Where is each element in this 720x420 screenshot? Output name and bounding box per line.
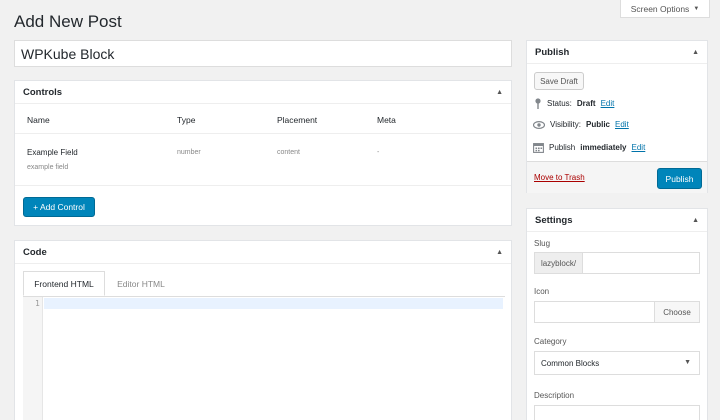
schedule-row: Publish immediately Edit: [533, 142, 645, 153]
code-tabs: Frontend HTML Editor HTML: [15, 264, 511, 296]
controls-title: Controls: [23, 86, 63, 98]
slug-input[interactable]: [583, 253, 699, 273]
tab-frontend-html-label: Frontend HTML: [34, 278, 94, 289]
tab-frontend-html[interactable]: Frontend HTML: [23, 271, 105, 296]
category-value: Common Blocks: [541, 359, 600, 368]
icon-input[interactable]: [535, 302, 654, 322]
slug-field: lazyblock/: [534, 252, 700, 274]
category-select[interactable]: Common Blocks ▼: [534, 351, 700, 375]
pin-icon: [535, 98, 541, 109]
status-row: Status: Draft Edit: [534, 98, 614, 109]
screen-options-label: Screen Options: [630, 3, 690, 14]
column-header-placement: Placement: [277, 115, 318, 125]
code-header[interactable]: Code ▲: [15, 241, 511, 264]
move-to-trash-link[interactable]: Move to Trash: [534, 173, 585, 182]
control-meta: -: [377, 149, 380, 156]
control-name: Example Field: [27, 148, 78, 157]
active-line: [44, 298, 503, 309]
category-label: Category: [534, 337, 567, 346]
publish-label: Publish: [549, 143, 576, 152]
caret-down-icon: ▼: [693, 5, 700, 12]
visibility-row: Visibility: Public Edit: [533, 120, 629, 129]
status-edit-link[interactable]: Edit: [601, 99, 615, 108]
code-title: Code: [23, 246, 47, 258]
choose-icon-button[interactable]: Choose: [654, 302, 699, 322]
publish-value: immediately: [580, 143, 627, 152]
control-placement: content: [277, 149, 300, 156]
table-row[interactable]: Example Field example field number conte…: [15, 134, 511, 186]
icon-label: Icon: [534, 287, 550, 296]
eye-icon: [533, 120, 545, 129]
settings-panel: Settings ▲ Slug lazyblock/ Icon Choose C…: [526, 208, 708, 420]
publish-panel: Publish ▲ Save Draft Status: Draft Edit …: [526, 40, 708, 193]
tab-editor-html[interactable]: Editor HTML: [107, 271, 175, 296]
code-editor[interactable]: 1: [23, 296, 505, 420]
column-header-meta: Meta: [377, 115, 396, 125]
slug-prefix: lazyblock/: [535, 253, 583, 273]
controls-table-header: Name Type Placement Meta: [15, 104, 511, 134]
calendar-icon: [533, 143, 544, 153]
description-label: Description: [534, 391, 575, 400]
icon-field: Choose: [534, 301, 700, 323]
publish-edit-link[interactable]: Edit: [632, 143, 646, 152]
screen-options-button[interactable]: Screen Options ▼: [620, 0, 710, 18]
controls-panel: Controls ▲ Name Type Placement Meta Exam…: [14, 80, 512, 226]
add-control-button[interactable]: + Add Control: [23, 197, 95, 217]
post-title-input[interactable]: [14, 40, 512, 67]
tab-editor-html-label: Editor HTML: [117, 278, 165, 289]
publish-title: Publish: [535, 46, 570, 58]
control-type: number: [177, 149, 201, 156]
code-panel: Code ▲ Frontend HTML Editor HTML 1: [14, 240, 512, 420]
editor-gutter: [23, 297, 43, 420]
status-label: Status:: [547, 99, 572, 108]
line-number: 1: [35, 299, 40, 308]
control-slug: example field: [27, 164, 69, 171]
column-header-type: Type: [177, 115, 196, 125]
collapse-caret-icon[interactable]: ▲: [692, 49, 699, 56]
settings-title: Settings: [535, 214, 573, 226]
publish-actions: Move to Trash Publish: [527, 161, 707, 193]
publish-header[interactable]: Publish ▲: [527, 41, 707, 64]
settings-header[interactable]: Settings ▲: [527, 209, 707, 232]
column-header-name: Name: [27, 115, 50, 125]
collapse-caret-icon[interactable]: ▲: [496, 89, 503, 96]
collapse-caret-icon[interactable]: ▲: [496, 249, 503, 256]
visibility-edit-link[interactable]: Edit: [615, 120, 629, 129]
publish-button[interactable]: Publish: [657, 168, 702, 189]
controls-header[interactable]: Controls ▲: [15, 81, 511, 104]
description-textarea[interactable]: [534, 405, 700, 420]
visibility-value: Public: [585, 120, 610, 129]
visibility-label: Visibility:: [550, 120, 581, 129]
page-title: Add New Post: [14, 12, 122, 31]
chevron-down-icon: ▼: [684, 359, 691, 366]
status-value: Draft: [576, 99, 596, 108]
collapse-caret-icon[interactable]: ▲: [692, 217, 699, 224]
slug-label: Slug: [534, 239, 551, 248]
save-draft-button[interactable]: Save Draft: [534, 72, 584, 90]
